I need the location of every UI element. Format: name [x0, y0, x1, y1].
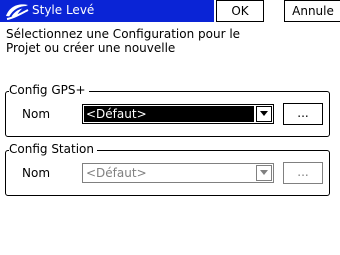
station-nom-label: Nom — [22, 166, 51, 180]
gps-dropdown-arrow-button[interactable] — [256, 106, 272, 122]
station-dropdown-arrow-button[interactable] — [256, 165, 272, 181]
app-logo-icon — [4, 1, 30, 21]
gps-nom-label: Nom — [22, 107, 51, 121]
gps-config-value: <Défaut> — [84, 106, 254, 122]
config-gps-legend: Config GPS+ — [9, 83, 89, 97]
station-config-value: <Défaut> — [86, 166, 147, 180]
instructions-text: Sélectionnez une Configuration pour le P… — [6, 27, 241, 55]
config-station-group: Config Station Nom <Défaut> ... — [5, 142, 330, 196]
station-browse-button[interactable]: ... — [283, 162, 323, 184]
config-gps-group: Config GPS+ Nom <Défaut> ... — [5, 83, 330, 137]
chevron-down-icon — [260, 170, 268, 175]
title-caption: Style Levé — [0, 0, 214, 22]
ok-button[interactable]: OK — [216, 0, 264, 22]
station-config-dropdown[interactable]: <Défaut> — [82, 163, 274, 183]
gps-browse-button[interactable]: ... — [283, 103, 323, 125]
window-title: Style Levé — [32, 3, 95, 17]
cancel-button[interactable]: Annule — [284, 0, 340, 22]
gps-config-dropdown[interactable]: <Défaut> — [82, 104, 274, 124]
config-station-legend: Config Station — [9, 142, 97, 156]
title-bar: Style Levé OK Annule — [0, 0, 340, 22]
chevron-down-icon — [260, 111, 268, 116]
